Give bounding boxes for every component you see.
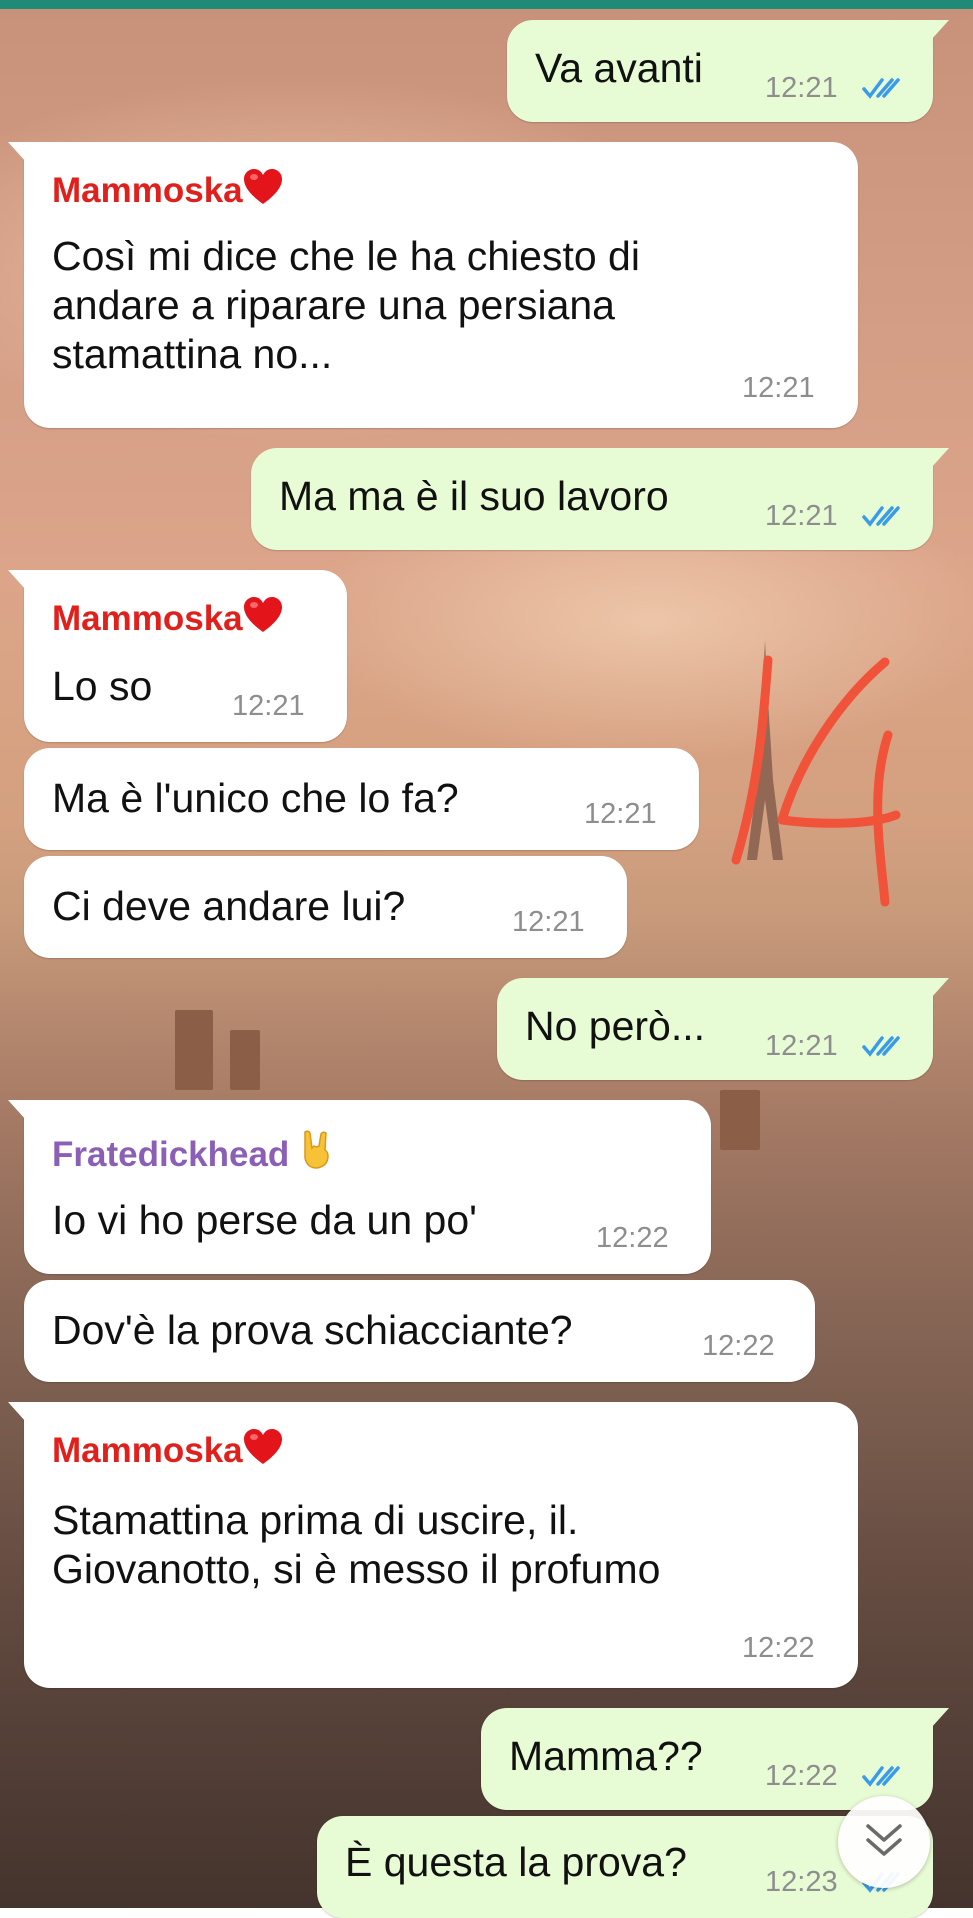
message-bubble-incoming[interactable]: Ma è l'unico che lo fa? 12:21 [24, 748, 699, 850]
message-text: Ma ma è il suo lavoro [279, 473, 669, 519]
sender-name: Mammoska [52, 168, 283, 211]
double-chevron-down-icon [866, 1824, 902, 1856]
message-text: Lo so [52, 663, 153, 709]
sender-name: Mammoska [52, 596, 283, 639]
message-text: Stamattina prima di uscire, il. Giovanot… [52, 1497, 661, 1592]
wallpaper-chimney [230, 1030, 260, 1090]
wallpaper-chimney [175, 1010, 213, 1090]
read-double-check-icon [862, 78, 900, 99]
message-time: 12:21 [742, 372, 815, 404]
message-time: 12:22 [742, 1632, 815, 1664]
message-bubble-incoming[interactable]: Dov'è la prova schiacciante? 12:22 [24, 1280, 815, 1382]
message-bubble-outgoing[interactable]: Ma ma è il suo lavoro 12:21 [251, 448, 949, 550]
message-bubble-incoming[interactable]: Mammoska Così mi dice che le ha chiesto … [8, 142, 858, 428]
message-text: Ma è l'unico che lo fa? [52, 775, 459, 821]
message-text: Ci deve andare lui? [52, 883, 406, 929]
message-text: Così mi dice che le ha chiesto di andare… [52, 233, 640, 377]
scroll-to-bottom-button[interactable] [838, 1796, 930, 1888]
message-text: Va avanti [535, 45, 703, 91]
top-status-strip [0, 0, 973, 9]
heart-icon [243, 597, 282, 632]
heart-icon [243, 169, 282, 204]
message-text: Io vi ho perse da un po' [52, 1197, 477, 1243]
message-time: 12:22 [702, 1330, 775, 1362]
message-bubble-incoming[interactable]: Mammoska Stamattina prima di uscire, il.… [8, 1402, 858, 1688]
message-text: Mamma?? [509, 1733, 703, 1779]
message-time: 12:21 [584, 798, 657, 830]
message-time: 12:21 [765, 72, 838, 104]
message-text: È questa la prova? [345, 1839, 687, 1885]
rock-hand-icon [304, 1130, 329, 1169]
message-time: 12:22 [765, 1760, 838, 1792]
message-bubble-incoming[interactable]: Fratedickhead Io vi ho perse da un po' 1… [8, 1100, 711, 1274]
read-double-check-icon [862, 1036, 900, 1057]
message-bubble-outgoing[interactable]: Mamma?? 12:22 [481, 1708, 949, 1810]
message-bubble-incoming[interactable]: Mammoska Lo so 12:21 [8, 570, 347, 742]
handwritten-14-mark [731, 655, 901, 907]
message-bubble-outgoing[interactable]: Va avanti 12:21 [507, 20, 949, 122]
read-double-check-icon [862, 1766, 900, 1787]
message-time: 12:21 [765, 500, 838, 532]
sender-name: Mammoska [52, 1428, 283, 1471]
sender-name: Fratedickhead [52, 1128, 335, 1175]
message-time: 12:23 [765, 1866, 838, 1898]
read-double-check-icon [862, 506, 900, 527]
wallpaper-chimney [720, 1090, 760, 1150]
message-bubble-outgoing[interactable]: No però... 12:21 [497, 978, 949, 1080]
message-time: 12:21 [765, 1030, 838, 1062]
message-text: Dov'è la prova schiacciante? [52, 1307, 573, 1353]
message-bubble-incoming[interactable]: Ci deve andare lui? 12:21 [24, 856, 627, 958]
message-text: No però... [525, 1003, 706, 1049]
heart-icon [243, 1429, 282, 1464]
message-time: 12:22 [596, 1222, 669, 1254]
message-time: 12:21 [512, 906, 585, 938]
message-time: 12:21 [232, 690, 305, 722]
